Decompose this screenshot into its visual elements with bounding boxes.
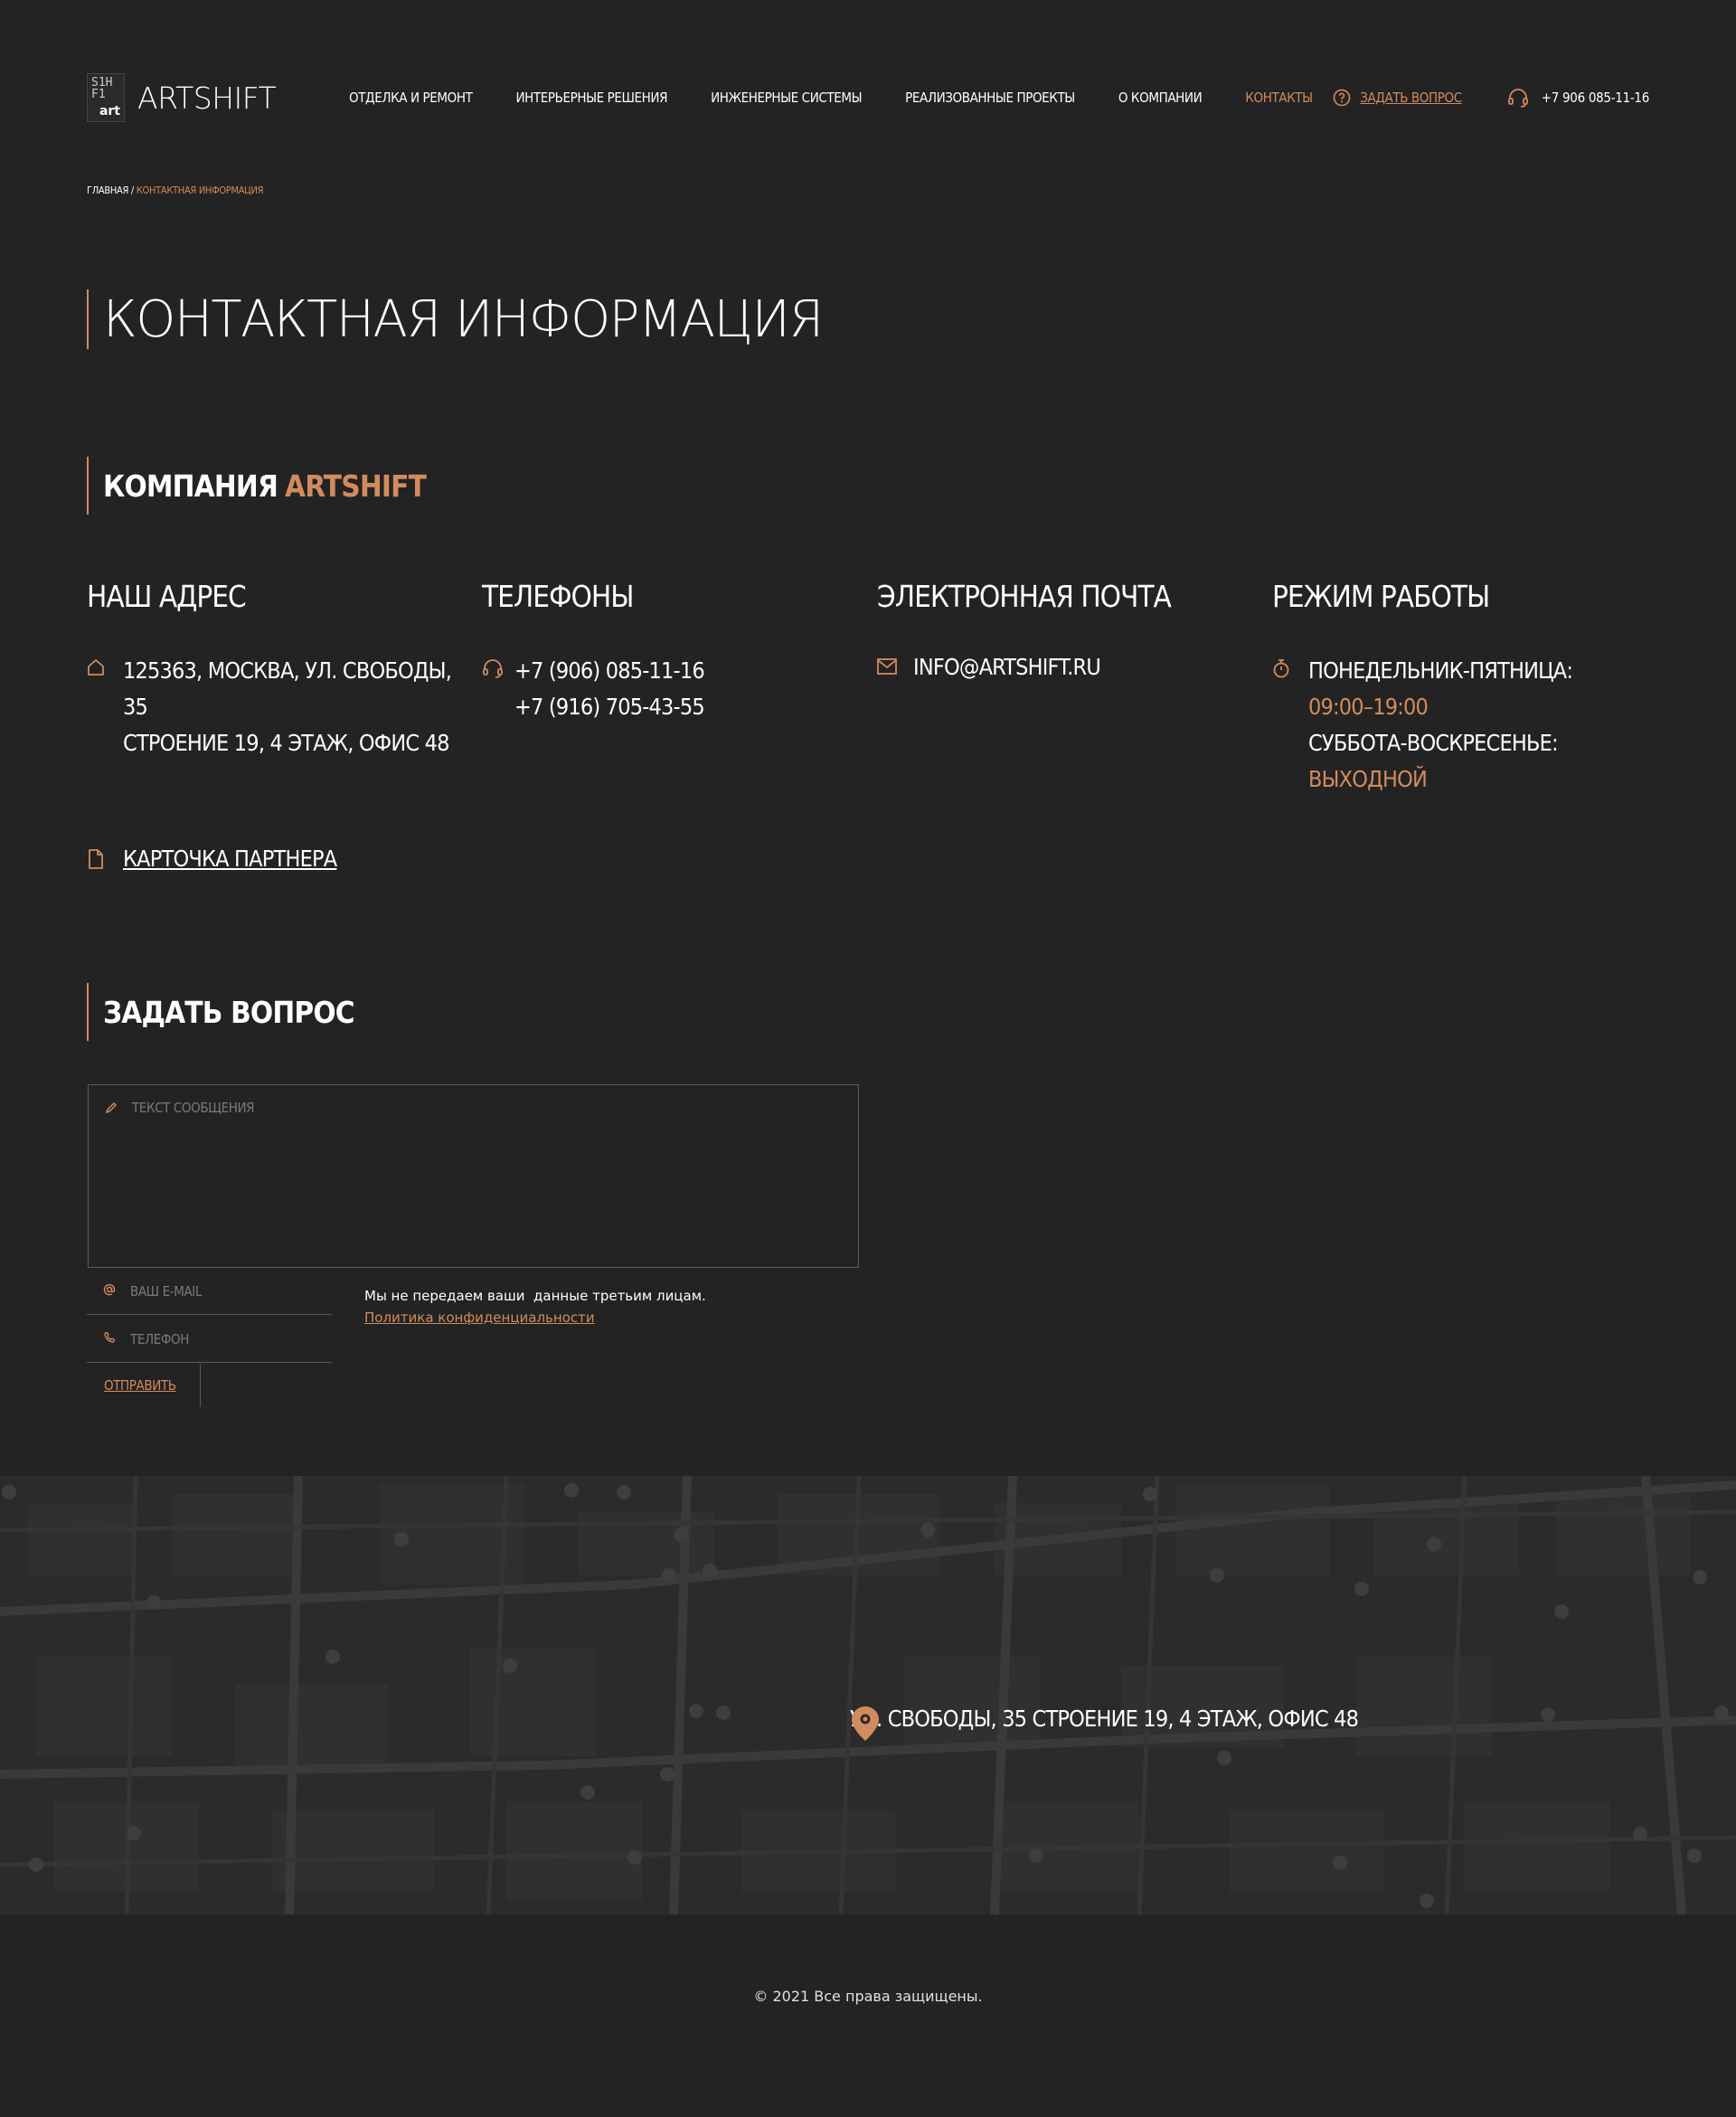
- main-nav: ОТДЕЛКА И РЕМОНТ ИНТЕРЬЕРНЫЕ РЕШЕНИЯ ИНЖ…: [349, 71, 1356, 125]
- phone-field[interactable]: ТЕЛЕФОН: [87, 1316, 332, 1363]
- logo-mark-letters: S1H F1: [91, 76, 113, 101]
- email-title: ЭЛЕКТРОННАЯ ПОЧТА: [877, 579, 1172, 614]
- email-column: ЭЛЕКТРОННАЯ ПОЧТА INFO@ARTSHIFT.RU: [877, 579, 1257, 685]
- email-placeholder: ВАШ E-MAIL: [130, 1282, 202, 1299]
- ask-question-title: ЗАДАТЬ ВОПРОС: [87, 983, 355, 1041]
- nav-item-contacts[interactable]: КОНТАКТЫ: [1245, 90, 1313, 106]
- partner-card-link[interactable]: КАРТОЧКА ПАРТНЕРА: [87, 846, 337, 872]
- privacy-text: Мы не передаем ваши данные третьим лицам…: [364, 1288, 706, 1304]
- ask-question-label: ЗАДАТЬ ВОПРОС: [1360, 90, 1462, 106]
- pencil-icon: [105, 1101, 118, 1114]
- address-column: НАШ АДРЕС 125363, МОСКВА, УЛ. СВОБОДЫ, 3…: [87, 579, 467, 761]
- phones-title: ТЕЛЕФОНЫ: [482, 579, 634, 614]
- weekdays-value: 09:00–19:00: [1308, 694, 1429, 720]
- address-line-1: 125363, МОСКВА, УЛ. СВОБОДЫ, 35: [123, 657, 452, 720]
- map-pin-icon: [852, 1706, 879, 1741]
- footer-copyright: © 2021 Все права защищены.: [753, 1988, 983, 2005]
- address-title: НАШ АДРЕС: [87, 579, 247, 614]
- headset-icon: [1507, 89, 1528, 108]
- header-phone-number: +7 906 085-11-16: [1541, 90, 1650, 106]
- weekdays-label: ПОНЕДЕЛЬНИК-ПЯТНИЦА:: [1308, 657, 1573, 684]
- map-address-text: УЛ. СВОБОДЫ, 35 СТРОЕНИЕ 19, 4 ЭТАЖ, ОФИ…: [850, 1706, 1359, 1732]
- site-header: S1H F1 art ARTSHIFT ОТДЕЛКА И РЕМОНТ ИНТ…: [87, 71, 1649, 125]
- logo-text: ARTSHIFT: [137, 80, 277, 116]
- logo[interactable]: S1H F1 art ARTSHIFT: [87, 73, 277, 122]
- nav-item-interior[interactable]: ИНТЕРЬЕРНЫЕ РЕШЕНИЯ: [515, 90, 667, 106]
- home-icon: [88, 659, 104, 676]
- phone-2[interactable]: +7 (916) 705-43-55: [514, 689, 705, 725]
- map[interactable]: УЛ. СВОБОДЫ, 35 СТРОЕНИЕ 19, 4 ЭТАЖ, ОФИ…: [0, 1476, 1736, 1914]
- map-address-label: УЛ. СВОБОДЫ, 35 СТРОЕНИЕ 19, 4 ЭТАЖ, ОФИ…: [850, 1706, 1359, 1741]
- breadcrumb-home[interactable]: ГЛАВНАЯ: [87, 184, 128, 196]
- phone-placeholder: ТЕЛЕФОН: [130, 1330, 190, 1347]
- hours-column: РЕЖИМ РАБОТЫ ПОНЕДЕЛЬНИК-ПЯТНИЦА: 09:00–…: [1272, 579, 1652, 798]
- header-right: ЗАДАТЬ ВОПРОС +7 906 085-11-16: [1333, 71, 1649, 125]
- company-title: КОМПАНИЯ ARTSHIFT: [87, 457, 427, 515]
- nav-item-renovation[interactable]: ОТДЕЛКА И РЕМОНТ: [349, 90, 473, 106]
- hours-title: РЕЖИМ РАБОТЫ: [1272, 579, 1490, 614]
- email-field[interactable]: ВАШ E-MAIL: [87, 1268, 332, 1315]
- page-title: КОНТАКТНАЯ ИНФОРМАЦИЯ: [87, 289, 824, 349]
- address-line-2: СТРОЕНИЕ 19, 4 ЭТАЖ, ОФИС 48: [123, 730, 449, 756]
- at-sign-icon: [103, 1284, 116, 1296]
- phone-icon: [104, 1331, 116, 1343]
- map-streets: [0, 1476, 1736, 1914]
- logo-mark-art: art: [99, 104, 120, 118]
- breadcrumb-separator: /: [128, 184, 137, 196]
- submit-button[interactable]: ОТПРАВИТЬ: [87, 1364, 201, 1407]
- company-title-accent: ARTSHIFT: [285, 468, 427, 504]
- email-value[interactable]: INFO@ARTSHIFT.RU: [913, 649, 1101, 685]
- breadcrumb-current: КОНТАКТНАЯ ИНФОРМАЦИЯ: [136, 184, 264, 196]
- partner-card-label: КАРТОЧКА ПАРТНЕРА: [123, 846, 337, 872]
- message-textarea[interactable]: ТЕКСТ СООБЩЕНИЯ: [88, 1084, 859, 1268]
- header-phone[interactable]: +7 906 085-11-16: [1507, 88, 1649, 108]
- document-icon: [89, 848, 103, 869]
- phone-1[interactable]: +7 (906) 085-11-16: [514, 653, 705, 689]
- privacy-policy-link[interactable]: Политика конфиденциальности: [364, 1307, 706, 1328]
- ask-question-link[interactable]: ЗАДАТЬ ВОПРОС: [1333, 89, 1462, 107]
- breadcrumb: ГЛАВНАЯ / КОНТАКТНАЯ ИНФОРМАЦИЯ: [87, 184, 264, 196]
- company-title-text: КОМПАНИЯ: [103, 468, 278, 504]
- nav-item-about[interactable]: О КОМПАНИИ: [1118, 90, 1203, 106]
- page-title-text: КОНТАКТНАЯ ИНФОРМАЦИЯ: [103, 289, 824, 349]
- weekend-label: СУББОТА-ВОСКРЕСЕНЬЕ:: [1308, 730, 1559, 756]
- ask-question-title-text: ЗАДАТЬ ВОПРОС: [103, 994, 355, 1030]
- headset-icon: [483, 659, 503, 678]
- stopwatch-icon: [1273, 659, 1289, 678]
- message-placeholder: ТЕКСТ СООБЩЕНИЯ: [132, 1100, 255, 1116]
- question-circle-icon: [1333, 89, 1351, 107]
- submit-label: ОТПРАВИТЬ: [104, 1377, 176, 1394]
- privacy-notice: Мы не передаем ваши данные третьим лицам…: [364, 1285, 706, 1328]
- weekend-value: ВЫХОДНОЙ: [1308, 766, 1428, 792]
- phones-column: ТЕЛЕФОНЫ +7 (906) 085-11-16 +7 (916) 705…: [482, 579, 862, 725]
- mail-icon: [877, 658, 897, 675]
- nav-item-engineering[interactable]: ИНЖЕНЕРНЫЕ СИСТЕМЫ: [711, 90, 862, 106]
- nav-item-projects[interactable]: РЕАЛИЗОВАННЫЕ ПРОЕКТЫ: [905, 90, 1075, 106]
- logo-mark: S1H F1 art: [87, 73, 125, 122]
